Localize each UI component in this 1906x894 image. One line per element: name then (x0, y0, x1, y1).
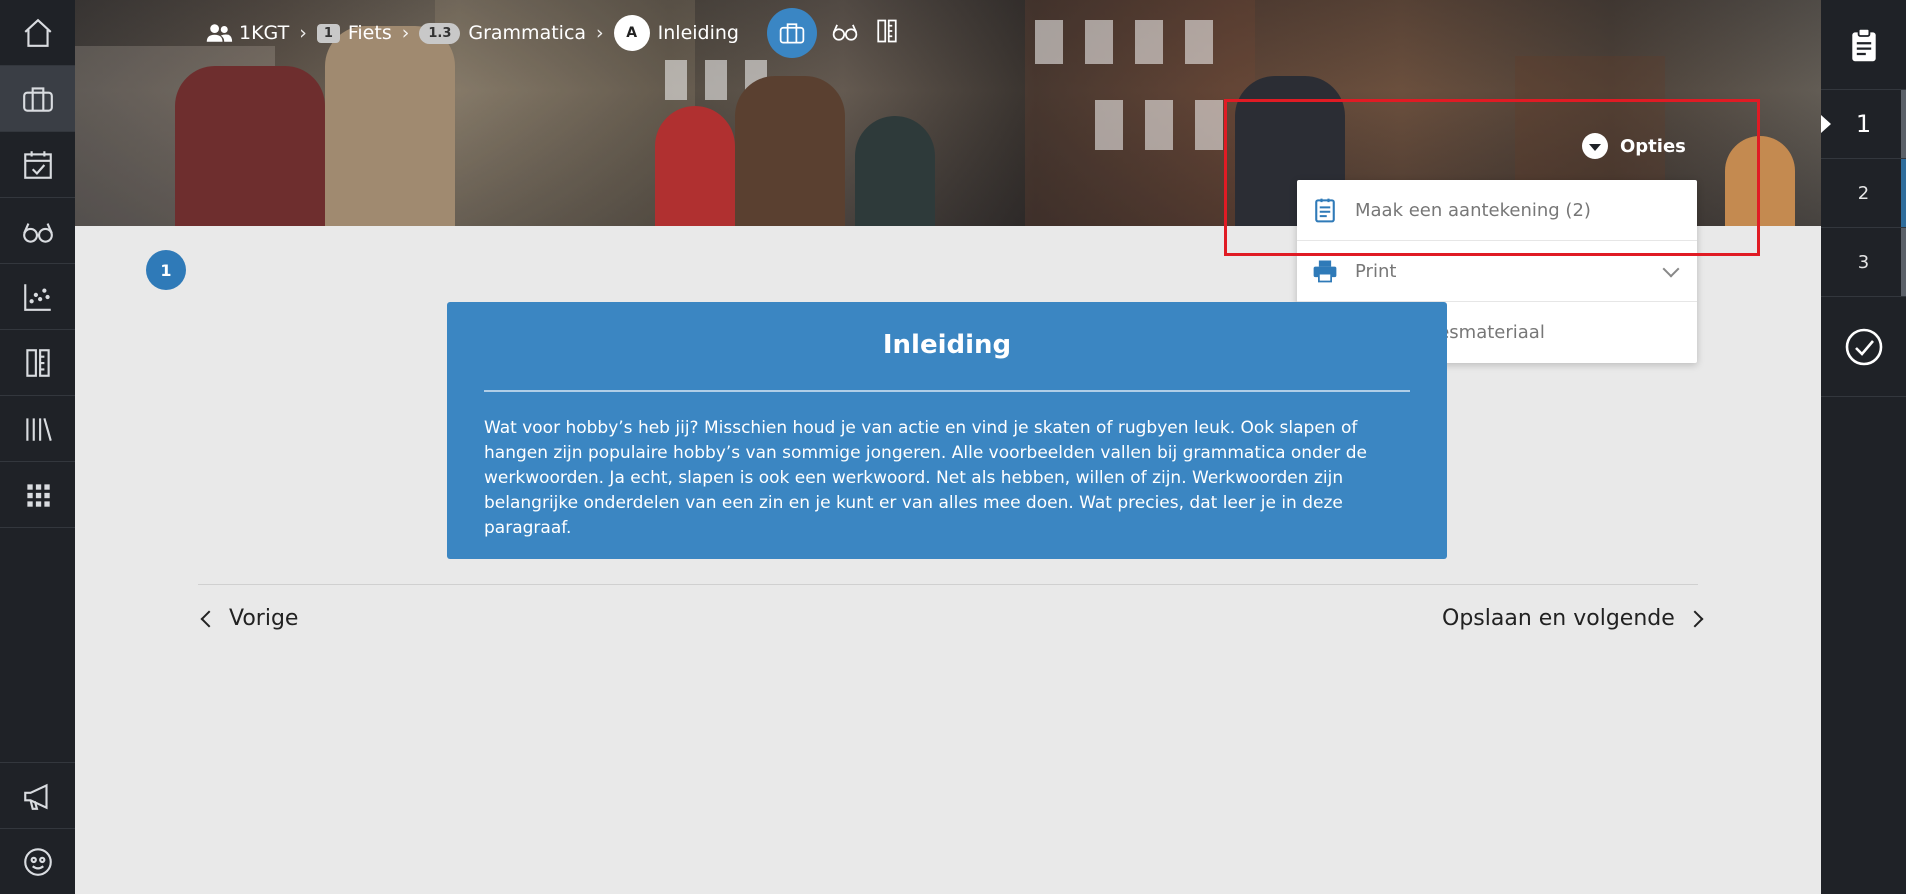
left-sidebar (0, 0, 75, 894)
previous-button[interactable]: Vorige (200, 606, 299, 631)
home-icon[interactable] (0, 0, 75, 66)
print-label: Print (1355, 260, 1397, 282)
chapter-badge: 1 (316, 23, 340, 43)
right-sidebar: 1 2 3 (1821, 0, 1906, 894)
save-next-button[interactable]: Opslaan en volgende (1442, 606, 1704, 631)
content-divider (198, 584, 1698, 585)
step-2-tab[interactable]: 2 (1821, 159, 1906, 228)
previous-label: Vorige (229, 606, 299, 631)
breadcrumb-paragraph[interactable]: Grammatica (468, 22, 586, 44)
card-title: Inleiding (882, 330, 1012, 360)
megaphone-icon[interactable] (0, 762, 75, 828)
chevron-down-icon[interactable] (1662, 260, 1680, 278)
check-circle-icon[interactable] (1821, 297, 1906, 397)
step-1-label: 1 (1855, 110, 1872, 138)
chevron-right-icon: › (596, 22, 604, 44)
ruler-pencil-icon[interactable] (0, 330, 75, 396)
card-body: Wat voor hobby’s heb jij? Misschien houd… (484, 418, 1367, 538)
clipboard-icon[interactable] (1821, 0, 1906, 90)
avatar[interactable] (0, 828, 75, 894)
group-icon (206, 24, 233, 42)
ruler-pencil-icon[interactable] (873, 17, 901, 50)
breadcrumb-chapter[interactable]: Fiets (348, 22, 392, 44)
library-icon[interactable] (0, 396, 75, 462)
section-badge: A (613, 15, 650, 51)
calendar-check-icon[interactable] (0, 132, 75, 198)
apps-grid-icon[interactable] (0, 462, 75, 528)
step-3-label: 3 (1857, 251, 1870, 273)
view-switcher (766, 8, 901, 58)
intro-card: Inleiding Wat voor hobby’s heb jij? Miss… (447, 302, 1447, 559)
chevron-right-icon: › (401, 22, 410, 44)
chevron-right-icon: › (299, 22, 307, 44)
chevron-left-icon (200, 610, 218, 627)
step-3-tab[interactable]: 3 (1821, 228, 1906, 297)
glasses-icon[interactable] (0, 198, 75, 264)
printer-icon (1313, 260, 1337, 283)
card-divider (484, 390, 1410, 392)
step-1-tab[interactable]: 1 (1821, 90, 1906, 159)
step-indicator: 1 (146, 250, 186, 290)
briefcase-icon[interactable] (766, 8, 817, 58)
scatter-chart-icon[interactable] (0, 264, 75, 330)
breadcrumb-group[interactable]: 1KGT (239, 22, 289, 44)
paragraph-badge: 1.3 (419, 22, 461, 44)
save-next-label: Opslaan en volgende (1442, 606, 1675, 631)
highlight-box (1224, 99, 1760, 256)
breadcrumb-section[interactable]: Inleiding (658, 22, 739, 44)
step-2-label: 2 (1857, 182, 1870, 204)
briefcase-icon[interactable] (0, 66, 75, 132)
left-sidebar-bottom (0, 762, 75, 894)
breadcrumb: 1KGT › 1 Fiets › 1.3 Grammatica › A Inle… (205, 8, 901, 58)
chevron-right-icon (1686, 610, 1704, 627)
glasses-icon[interactable] (831, 17, 859, 50)
